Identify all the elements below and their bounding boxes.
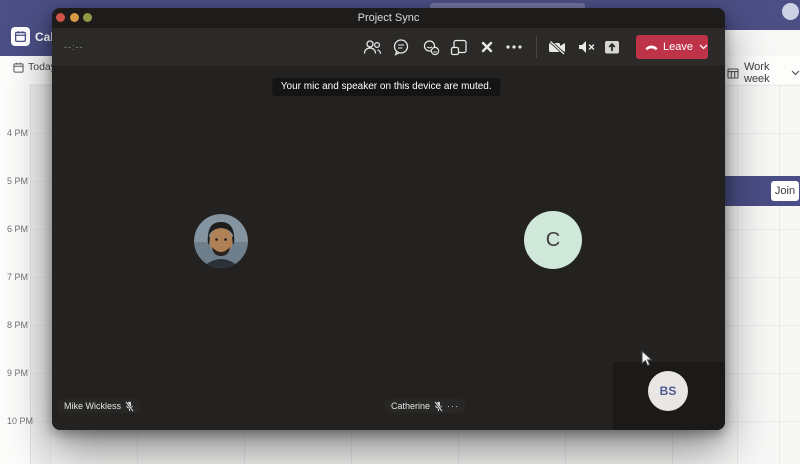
self-avatar: BS: [648, 371, 688, 411]
share-arrow-icon: [602, 38, 622, 56]
crossed-x-button[interactable]: [475, 35, 499, 59]
mic-off-icon: [125, 401, 134, 412]
chat-icon: [392, 38, 410, 56]
profile-avatar[interactable]: [782, 3, 799, 20]
chevron-down-icon: [791, 70, 800, 76]
participant-name-pill: Mike Wickless: [58, 399, 140, 413]
participant-avatar-initial: C: [524, 211, 582, 269]
participant-name: Catherine: [391, 401, 430, 411]
reactions-button[interactable]: [419, 35, 443, 59]
time-label: 10 PM: [7, 416, 33, 426]
hang-up-icon: [644, 44, 659, 51]
time-label: 8 PM: [7, 320, 28, 330]
mouse-cursor: [641, 350, 654, 368]
time-label: 7 PM: [7, 272, 28, 282]
time-label: 4 PM: [7, 128, 28, 138]
camera-off-icon: [547, 38, 567, 56]
time-label: 5 PM: [7, 176, 28, 186]
time-gutter: 4 PM 5 PM 6 PM 7 PM 8 PM 9 PM 10 PM: [0, 84, 31, 464]
participant-avatar-photo: [194, 214, 248, 268]
self-view-tile[interactable]: BS: [613, 362, 725, 430]
more-dots-icon: [506, 45, 522, 49]
leave-split-button: Leave: [636, 35, 708, 59]
calendar-icon: [14, 30, 27, 43]
speaker-toggle-button[interactable]: [574, 35, 598, 59]
chevron-down-icon: [699, 44, 708, 50]
desktop-screen: New meeting Calendar Today Work week 17 …: [0, 0, 800, 464]
toolbar-divider: [536, 36, 537, 58]
person-photo-icon: [194, 214, 248, 268]
today-button[interactable]: Today: [13, 61, 56, 73]
breakout-rooms-button[interactable]: [447, 35, 471, 59]
calendar-header: Calendar: [0, 0, 56, 56]
calendar-week-icon: [727, 67, 739, 79]
avatar-initial-letter: C: [546, 229, 560, 252]
muted-tooltip: Your mic and speaker on this device are …: [272, 78, 501, 96]
chat-button[interactable]: [389, 35, 413, 59]
participants-button[interactable]: [360, 35, 384, 59]
participant-more-button[interactable]: ···: [447, 402, 459, 411]
window-title: Project Sync: [52, 8, 725, 28]
self-initials: BS: [660, 384, 677, 398]
participant-name: Mike Wickless: [64, 401, 121, 411]
calendar-day-column: [31, 84, 52, 464]
mic-off-icon: [434, 401, 443, 412]
time-label: 6 PM: [7, 224, 28, 234]
leave-button[interactable]: Leave: [636, 35, 699, 59]
reactions-icon: [422, 39, 440, 56]
leave-dropdown-button[interactable]: [699, 35, 708, 59]
meeting-timer: --:--: [64, 28, 84, 66]
join-button[interactable]: Join: [771, 181, 799, 201]
calendar-app-icon[interactable]: [11, 27, 30, 46]
window-titlebar: Project Sync: [52, 8, 725, 28]
meeting-window: Project Sync --:--: [52, 8, 725, 430]
leave-label: Leave: [663, 41, 693, 53]
x-icon: [480, 40, 494, 54]
grid-line: [737, 84, 738, 464]
view-label: Work week: [744, 61, 786, 85]
calendar-outline-icon: [13, 62, 24, 73]
camera-toggle-button[interactable]: [545, 35, 569, 59]
meeting-toolbar: --:--: [52, 28, 725, 67]
participant-name-pill: Catherine ···: [385, 399, 465, 413]
people-icon: [363, 38, 382, 56]
join-label: Join: [775, 185, 795, 197]
more-options-button[interactable]: [502, 35, 526, 59]
share-screen-button[interactable]: [600, 35, 624, 59]
time-label: 9 PM: [7, 368, 28, 378]
speaker-muted-icon: [577, 39, 596, 55]
view-selector[interactable]: Work week: [727, 61, 800, 85]
pop-out-square-icon: [450, 38, 468, 56]
